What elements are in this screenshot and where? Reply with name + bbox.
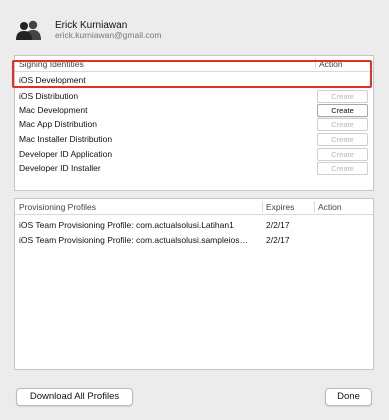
create-developer-id-installer-button[interactable]: Create xyxy=(317,162,368,175)
profile-name: iOS Team Provisioning Profile: com.actua… xyxy=(19,235,248,245)
signing-row-mac-development[interactable]: Mac Development Create xyxy=(15,103,373,117)
column-separator xyxy=(315,58,316,69)
signing-row-label: Developer ID Installer xyxy=(19,163,101,173)
profile-row[interactable]: iOS Team Provisioning Profile: com.actua… xyxy=(15,233,373,247)
account-header: Erick Kurniawan erick.kurniawan@gmail.co… xyxy=(14,18,374,44)
signing-row-ios-development[interactable]: iOS Development xyxy=(15,73,373,87)
profile-row[interactable]: iOS Team Provisioning Profile: com.actua… xyxy=(15,218,373,232)
create-mac-app-distribution-button[interactable]: Create xyxy=(317,118,368,131)
create-mac-installer-distribution-button[interactable]: Create xyxy=(317,133,368,146)
signing-row-label: iOS Distribution xyxy=(19,91,79,101)
account-icon xyxy=(16,20,41,40)
signing-row-label: Developer ID Application xyxy=(19,149,113,159)
signing-header-name[interactable]: Signing Identities xyxy=(19,59,84,69)
download-all-profiles-button[interactable]: Download All Profiles xyxy=(16,388,133,406)
profile-expires: 2/2/17 xyxy=(266,235,290,245)
create-ios-distribution-button[interactable]: Create xyxy=(317,90,368,103)
column-separator xyxy=(314,201,315,212)
signing-row-developer-id-application[interactable]: Developer ID Application Create xyxy=(15,147,373,161)
signing-row-mac-installer-distribution[interactable]: Mac Installer Distribution Create xyxy=(15,132,373,146)
signing-header-action[interactable]: Action xyxy=(319,59,343,69)
signing-row-developer-id-installer[interactable]: Developer ID Installer Create xyxy=(15,161,373,175)
signing-identities-table: Signing Identities Action iOS Developmen… xyxy=(14,55,374,191)
provisioning-profiles-table: Provisioning Profiles Expires Action iOS… xyxy=(14,198,374,370)
profile-name: iOS Team Provisioning Profile: com.actua… xyxy=(19,220,234,230)
signing-row-label: iOS Development xyxy=(19,75,86,85)
signing-row-label: Mac App Distribution xyxy=(19,119,97,129)
account-email: erick.kurniawan@gmail.com xyxy=(55,30,162,40)
done-button[interactable]: Done xyxy=(325,388,372,406)
profiles-header: Provisioning Profiles Expires Action xyxy=(15,199,373,215)
signing-header: Signing Identities Action xyxy=(15,56,373,72)
profiles-header-action[interactable]: Action xyxy=(318,202,342,212)
profiles-header-name[interactable]: Provisioning Profiles xyxy=(19,202,96,212)
signing-row-mac-app-distribution[interactable]: Mac App Distribution Create xyxy=(15,117,373,131)
profile-expires: 2/2/17 xyxy=(266,220,290,230)
create-developer-id-application-button[interactable]: Create xyxy=(317,148,368,161)
create-mac-development-button[interactable]: Create xyxy=(317,104,368,117)
signing-row-label: Mac Development xyxy=(19,105,88,115)
signing-row-label: Mac Installer Distribution xyxy=(19,134,113,144)
signing-row-ios-distribution[interactable]: iOS Distribution Create xyxy=(15,89,373,103)
column-separator xyxy=(262,201,263,212)
profiles-header-expires[interactable]: Expires xyxy=(266,202,294,212)
